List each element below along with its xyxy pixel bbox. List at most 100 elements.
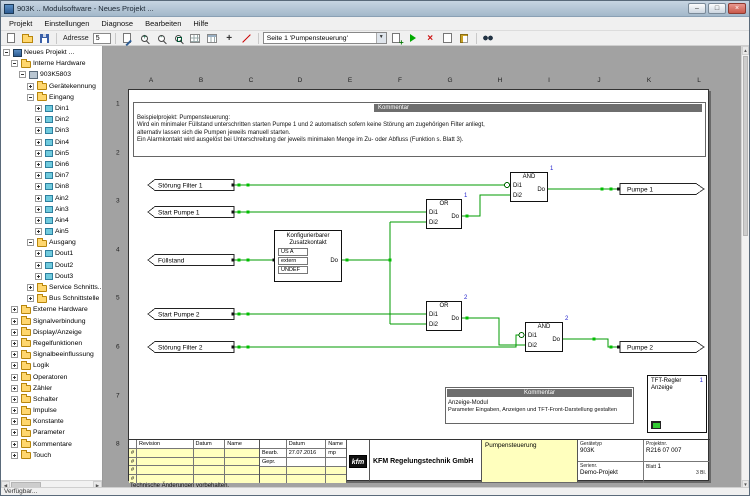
tree-item-ain4[interactable]: Ain4 — [1, 215, 102, 226]
expand-icon[interactable] — [27, 82, 34, 90]
collapse-icon[interactable] — [11, 60, 18, 68]
draw-line-button[interactable] — [239, 32, 254, 45]
save-project-button[interactable] — [37, 32, 52, 45]
expand-icon[interactable] — [35, 172, 42, 180]
expand-icon[interactable] — [11, 440, 18, 448]
expand-icon[interactable] — [35, 194, 42, 202]
close-button[interactable] — [728, 3, 746, 14]
wire[interactable] — [462, 194, 510, 217]
tree-item-dout3[interactable]: Dout3 — [1, 271, 102, 282]
goto-page-button[interactable] — [406, 32, 421, 45]
scrollbar-thumb[interactable] — [743, 56, 748, 236]
table-view-button[interactable] — [205, 32, 220, 45]
tree-item-geraetekennung[interactable]: Gerätekennung — [1, 81, 102, 92]
tree-item-ain5[interactable]: Ain5 — [1, 226, 102, 237]
expand-icon[interactable] — [35, 138, 42, 146]
expand-icon[interactable] — [35, 216, 42, 224]
tree-item-kommentare[interactable]: Kommentare — [1, 439, 102, 450]
menu-hilfe[interactable]: Hilfe — [187, 17, 214, 30]
expand-icon[interactable] — [11, 328, 18, 336]
minimize-button[interactable] — [688, 3, 706, 14]
new-project-button[interactable] — [3, 32, 18, 45]
tft-regler-block[interactable]: TFT-Regler Anzeige 1 — [647, 375, 707, 433]
tree-item-konstante[interactable]: Konstante — [1, 416, 102, 427]
tree-item-signalbeeinflussung[interactable]: Signalbeeinflussung — [1, 349, 102, 360]
and-gate-2[interactable]: AND Di1 Di2 Do — [525, 322, 563, 352]
tree-item-regelfunktionen[interactable]: Regelfunktionen — [1, 338, 102, 349]
collapse-icon[interactable] — [19, 71, 26, 79]
expand-icon[interactable] — [11, 362, 18, 370]
expand-icon[interactable] — [35, 105, 42, 113]
expand-icon[interactable] — [11, 384, 18, 392]
find-button[interactable] — [481, 32, 496, 45]
delete-page-button[interactable] — [423, 32, 438, 45]
expand-icon[interactable] — [11, 395, 18, 403]
tree-item-ausgang[interactable]: Ausgang — [1, 237, 102, 248]
tree-item-din8[interactable]: Din8 — [1, 181, 102, 192]
tree-item-schalter[interactable]: Schalter — [1, 394, 102, 405]
tree-item-din3[interactable]: Din3 — [1, 125, 102, 136]
block-field[interactable]: US A — [278, 248, 308, 256]
tree-item-signalverbindung[interactable]: Signalverbindung — [1, 316, 102, 327]
chevron-down-icon[interactable] — [375, 33, 386, 43]
copy-page-button[interactable] — [440, 32, 455, 45]
canvas-vertical-scrollbar[interactable] — [741, 46, 749, 489]
tree-item-parameter[interactable]: Parameter — [1, 427, 102, 438]
expand-icon[interactable] — [35, 228, 42, 236]
expand-icon[interactable] — [35, 127, 42, 135]
maximize-button[interactable] — [708, 3, 726, 14]
zoom-out-button[interactable] — [154, 32, 169, 45]
tree-item-din5[interactable]: Din5 — [1, 148, 102, 159]
expand-icon[interactable] — [11, 451, 18, 459]
crosshair-button[interactable] — [222, 32, 237, 45]
or-gate-2[interactable]: OR Di1 Di2 Do — [426, 301, 462, 331]
expand-icon[interactable] — [35, 261, 42, 269]
menu-bearbeiten[interactable]: Bearbeiten — [139, 17, 187, 30]
block-field[interactable]: extern — [278, 257, 308, 265]
tree-item-dout2[interactable]: Dout2 — [1, 260, 102, 271]
expand-icon[interactable] — [27, 295, 34, 303]
page-selector[interactable]: Seite 1 'Pumpensteuerung' — [262, 32, 387, 44]
menu-diagnose[interactable]: Diagnose — [95, 17, 139, 30]
scroll-up-arrow[interactable] — [742, 46, 749, 55]
expand-icon[interactable] — [35, 205, 42, 213]
expand-icon[interactable] — [35, 272, 42, 280]
expand-icon[interactable] — [11, 306, 18, 314]
tree-item-eingang[interactable]: Eingang — [1, 92, 102, 103]
comment-block-top[interactable]: Kommentar Beispielprojekt: Pumpensteueru… — [133, 102, 706, 157]
comment-block-bottom[interactable]: Kommentar Anzeige-Modul Parameter Eingab… — [445, 387, 634, 424]
collapse-icon[interactable] — [27, 93, 34, 101]
grid-toggle-button[interactable] — [188, 32, 203, 45]
expand-icon[interactable] — [35, 149, 42, 157]
tree-item-display-anzeige[interactable]: Display/Anzeige — [1, 327, 102, 338]
titlebar[interactable]: 903K .. Modulsoftware - Neues Projekt ..… — [1, 1, 749, 17]
expand-icon[interactable] — [11, 429, 18, 437]
tree-item-operatoren[interactable]: Operatoren — [1, 371, 102, 382]
tree-item-903k5803[interactable]: 903K5803 — [1, 69, 102, 80]
tree-item-din7[interactable]: Din7 — [1, 170, 102, 181]
tree-item-externe-hardware[interactable]: Externe Hardware — [1, 304, 102, 315]
tree-item-service-schnittstelle[interactable]: Service Schnitts... — [1, 282, 102, 293]
collapse-icon[interactable] — [27, 239, 34, 247]
tree-item-dout1[interactable]: Dout1 — [1, 248, 102, 259]
expand-icon[interactable] — [35, 250, 42, 258]
block-field[interactable]: UNDEF — [278, 266, 308, 274]
collapse-icon[interactable] — [3, 49, 10, 57]
tree-item-din6[interactable]: Din6 — [1, 159, 102, 170]
expand-icon[interactable] — [11, 339, 18, 347]
tree-item-bus-schnittstelle[interactable]: Bus Schnittstelle — [1, 293, 102, 304]
tree-item-touch[interactable]: Touch — [1, 450, 102, 461]
zoom-in-button[interactable] — [137, 32, 152, 45]
tree-item-din1[interactable]: Din1 — [1, 103, 102, 114]
tree-item-din2[interactable]: Din2 — [1, 114, 102, 125]
tree-item-ain2[interactable]: Ain2 — [1, 192, 102, 203]
expand-icon[interactable] — [11, 373, 18, 381]
page-edit-button[interactable] — [120, 32, 135, 45]
expand-icon[interactable] — [11, 351, 18, 359]
expand-icon[interactable] — [11, 418, 18, 426]
address-input[interactable] — [92, 32, 111, 44]
or-gate-1[interactable]: OR Di1 Di2 Do — [426, 199, 462, 229]
wire[interactable] — [234, 334, 519, 348]
expand-icon[interactable] — [35, 116, 42, 124]
expand-icon[interactable] — [11, 407, 18, 415]
